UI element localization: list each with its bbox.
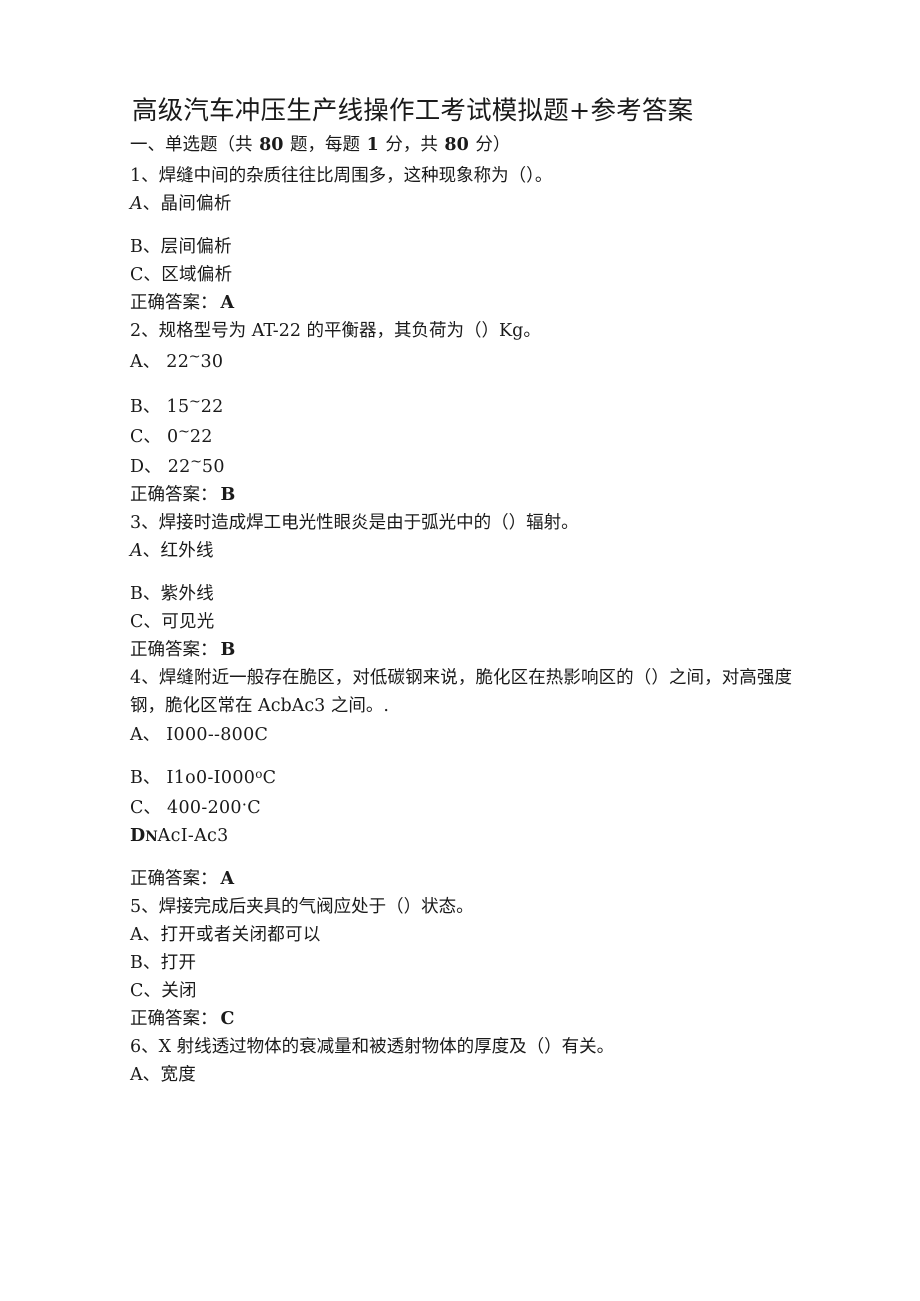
correct-answer-letter: C (220, 1008, 235, 1029)
option-text: 、红外线 (142, 541, 214, 561)
option-label: C (130, 612, 144, 632)
correct-answer-letter: A (220, 293, 235, 314)
document-page: 高级汽车冲压生产线操作工考试模拟题+参考答案 一、单选题（共 80 题，每题 1… (0, 0, 920, 1301)
answer-option[interactable]: B、 I1o0-I000oC (130, 764, 792, 792)
answer-option[interactable]: C、可见光 (130, 608, 792, 636)
option-text: 、宽度 (142, 1065, 197, 1086)
section-question-count: 80 (259, 134, 284, 155)
answer-option[interactable]: C、 0~22 (130, 421, 792, 451)
answer-option[interactable]: B、打开 (130, 949, 792, 977)
correct-answer-row: 正确答案： B (130, 636, 792, 664)
option-label: B (130, 952, 143, 973)
answer-option[interactable]: A、 22~30 (130, 346, 792, 376)
option-label: A (130, 541, 143, 561)
option-text: AcI-Ac3 (157, 825, 229, 846)
option-text: 、打开或者关闭都可以 (142, 924, 321, 945)
section-heading-suffix: 分） (469, 134, 511, 155)
question-block: 4、焊缝附近一般存在脆区，对低碳钢来说，脆化区在热影响区的（）之间，对高强度钢，… (130, 664, 792, 893)
option-text: 、 I1o0-I000oC (142, 766, 277, 788)
section-heading-mid1: 题，每题 (284, 134, 366, 155)
option-text: 、关闭 (143, 980, 197, 1001)
correct-answer-label: 正确答案： (130, 868, 218, 889)
option-text: 、 0~22 (143, 423, 213, 447)
option-text: 、晶间偏析 (142, 194, 232, 215)
document-body: 高级汽车冲压生产线操作工考试模拟题+参考答案 一、单选题（共 80 题，每题 1… (130, 95, 792, 1089)
option-label: A (130, 724, 143, 745)
correct-answer-row: 正确答案： A (130, 289, 792, 317)
option-label: C (130, 980, 144, 1001)
question-stem: 3、焊接时造成焊工电光性眼炎是由于弧光中的（）辐射。 (130, 512, 579, 533)
question-stem: 1、焊缝中间的杂质往往比周围多，这种现象称为（）。 (130, 165, 553, 186)
section-heading-mid2: 分，共 (379, 134, 444, 155)
question-stem: 4、焊缝附近一般存在脆区，对低碳钢来说，脆化区在热影响区的（）之间，对高强度钢，… (130, 668, 792, 717)
correct-answer-row: 正确答案： C (130, 1005, 792, 1033)
option-label: A (130, 924, 143, 945)
question-block: 6、X 射线透过物体的衰减量和被透射物体的厚度及（）有关。 A、宽度 (130, 1033, 792, 1089)
answer-option[interactable]: D、 22~50 (130, 451, 792, 481)
answer-option[interactable]: B、 15~22 (130, 391, 792, 421)
option-text: 、紫外线 (142, 584, 215, 604)
option-label: B (130, 767, 143, 788)
option-label: C (130, 265, 144, 286)
section-total-points: 80 (444, 134, 469, 155)
option-label: C (130, 426, 144, 447)
option-text: 、 400-200·C (143, 794, 261, 818)
question-stem: 2、规格型号为 AT-22 的平衡器，其负荷为（）Kg。 (130, 321, 541, 342)
section-points-each: 1 (366, 134, 379, 155)
answer-option[interactable]: A、打开或者关闭都可以 (130, 921, 792, 949)
correct-answer-label: 正确答案： (130, 484, 218, 505)
option-text: 、打开 (142, 952, 197, 973)
option-text: 、区域偏析 (143, 265, 233, 286)
option-label: B (130, 584, 143, 604)
correct-answer-label: 正确答案： (130, 1008, 218, 1029)
question-stem: 5、焊接完成后夹具的气阀应处于（）状态。 (130, 896, 474, 917)
question-block: 5、焊接完成后夹具的气阀应处于（）状态。 A、打开或者关闭都可以 B、打开 C、关闭正… (130, 893, 792, 1033)
option-label: A (130, 194, 143, 215)
answer-option[interactable]: C、 400-200·C (130, 792, 792, 822)
option-label: C (130, 797, 144, 818)
page-title: 高级汽车冲压生产线操作工考试模拟题+参考答案 (132, 96, 694, 126)
option-label: A (130, 351, 143, 372)
option-label: B (130, 396, 143, 417)
answer-option[interactable]: A、宽度 (130, 1061, 792, 1089)
correct-answer-letter: A (220, 868, 235, 889)
answer-option[interactable]: B、紫外线 (130, 580, 792, 608)
section-heading-prefix: 一、单选题（共 (130, 134, 259, 155)
option-label: D (130, 456, 145, 477)
correct-answer-letter: B (220, 640, 236, 660)
option-text: 、层间偏析 (142, 237, 232, 258)
option-label: A (130, 1065, 143, 1086)
answer-option[interactable]: C、关闭 (130, 977, 792, 1005)
correct-answer-row: 正确答案： A (130, 865, 792, 893)
option-text: 、可见光 (143, 612, 215, 632)
question-list: 1、焊缝中间的杂质往往比周围多，这种现象称为（）。 A、晶间偏析 B、层间偏析 C、区… (130, 162, 792, 1089)
option-text: 、 15~22 (142, 393, 224, 417)
question-block: 2、规格型号为 AT-22 的平衡器，其负荷为（）Kg。 A、 22~30 B、 1… (130, 317, 792, 508)
correct-answer-letter: B (220, 484, 236, 505)
correct-answer-row: 正确答案： B (130, 481, 792, 509)
correct-answer-label: 正确答案： (130, 293, 218, 314)
answer-option[interactable]: B、层间偏析 (130, 233, 792, 261)
correct-answer-label: 正确答案： (130, 640, 218, 660)
option-text: 、 22~50 (144, 453, 225, 477)
question-block: 3、焊接时造成焊工电光性眼炎是由于弧光中的（）辐射。 A、红外线 B、紫外线 C、可见… (130, 509, 792, 664)
answer-option[interactable]: DNAcI-Ac3 (130, 822, 792, 850)
answer-option[interactable]: C、区域偏析 (130, 261, 792, 289)
question-stem: 6、X 射线透过物体的衰减量和被透射物体的厚度及（）有关。 (130, 1036, 615, 1057)
question-block: 1、焊缝中间的杂质往往比周围多，这种现象称为（）。 A、晶间偏析 B、层间偏析 C、区… (130, 162, 792, 317)
option-label: DN (130, 825, 158, 846)
answer-option[interactable]: A、 I000--800C (130, 721, 792, 749)
option-text: 、 22~30 (142, 348, 224, 372)
option-text: 、 I000--800C (142, 724, 269, 745)
answer-option[interactable]: A、晶间偏析 (130, 190, 792, 218)
section-heading: 一、单选题（共 80 题，每题 1 分，共 80 分） (130, 132, 792, 158)
answer-option[interactable]: A、红外线 (130, 537, 792, 565)
option-label: B (130, 237, 143, 258)
